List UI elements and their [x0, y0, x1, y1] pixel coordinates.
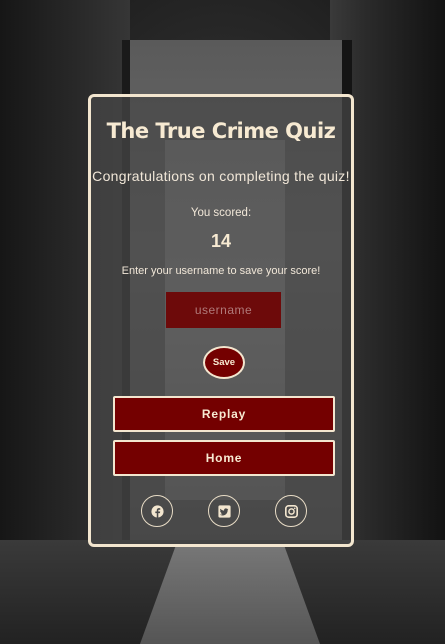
facebook-icon	[150, 504, 164, 518]
home-button[interactable]: Home	[113, 440, 335, 476]
congrats-message: Congratulations on completing the quiz!	[92, 168, 350, 184]
page-title: The True Crime Quiz	[106, 119, 336, 143]
save-button[interactable]: Save	[203, 346, 245, 379]
twitter-icon	[217, 504, 231, 518]
final-score: 14	[210, 231, 232, 251]
username-prompt: Enter your username to save your score!	[121, 265, 321, 277]
instagram-link[interactable]	[275, 495, 307, 527]
facebook-link[interactable]	[141, 495, 173, 527]
username-input[interactable]	[166, 292, 281, 328]
instagram-icon	[284, 504, 298, 518]
scored-label: You scored:	[190, 207, 252, 219]
replay-button[interactable]: Replay	[113, 396, 335, 432]
twitter-link[interactable]	[208, 495, 240, 527]
end-quiz-card: The True Crime Quiz Congratulations on c…	[88, 94, 354, 547]
